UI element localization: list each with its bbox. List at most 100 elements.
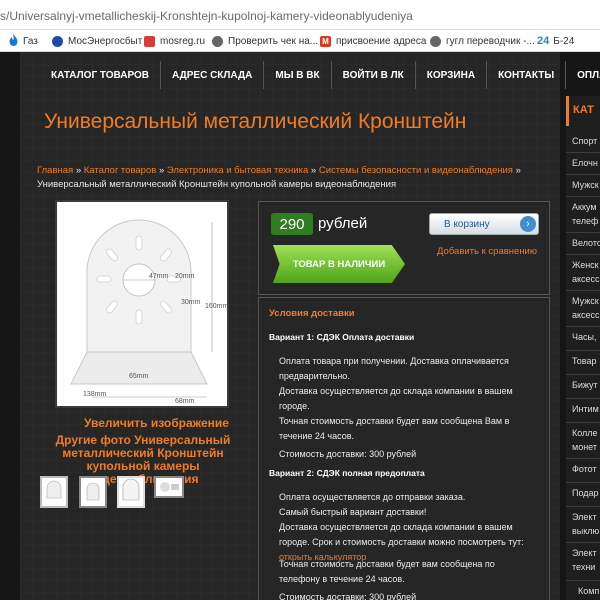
divider — [566, 174, 600, 175]
price-box: 290 рублей ТОВАР В НАЛИЧИИ В корзину › Д… — [258, 201, 550, 295]
variant2-line: Самый быстрый вариант доставки! — [279, 507, 427, 517]
delivery-title: Условия доставки — [269, 308, 355, 319]
in-stock-button[interactable]: ТОВАР В НАЛИЧИИ — [273, 245, 405, 283]
bookmark-label: гугл переводчик -... — [446, 35, 535, 47]
bookmark-label: Б-24 — [553, 35, 575, 47]
sidebar-item[interactable]: Елочн — [572, 156, 600, 170]
sidebar-item[interactable]: техни — [572, 560, 600, 574]
sidebar-item[interactable]: монет — [572, 440, 600, 454]
add-to-cart-button[interactable]: В корзину › — [429, 213, 539, 235]
sidebar-item[interactable]: Колле — [572, 426, 600, 440]
sidebar-item[interactable]: Женск — [572, 258, 600, 272]
thumbnail[interactable] — [117, 476, 145, 508]
dim-label: 30mm — [181, 299, 201, 306]
sidebar-item[interactable]: Мужск — [572, 178, 600, 192]
dim-label: 65mm — [129, 373, 149, 380]
sidebar-item[interactable]: телеф — [572, 214, 600, 228]
breadcrumb-electronics[interactable]: Электроника и бытовая техника — [167, 165, 308, 176]
breadcrumb-catalog[interactable]: Каталог товаров — [84, 165, 157, 176]
divider — [566, 542, 600, 543]
thumbnail[interactable] — [154, 476, 184, 498]
price-value: 290 — [271, 213, 313, 235]
enlarge-image-link[interactable]: Увеличить изображение — [84, 416, 229, 430]
sidebar-heading: КАТ — [566, 96, 600, 126]
globe-icon — [212, 35, 223, 47]
bookmark-label: Проверить чек на... — [228, 35, 319, 47]
sidebar-item[interactable]: аксесс — [572, 272, 600, 286]
nav-contacts[interactable]: КОНТАКТЫ — [487, 61, 567, 89]
nav-catalog[interactable]: КАТАЛОГ ТОВАРОВ — [40, 61, 162, 89]
variant2-text: Доставка осуществляется до склада компан… — [279, 522, 524, 547]
divider — [566, 458, 600, 459]
variant2-line: Стоимость доставки: 300 рублей — [279, 592, 417, 600]
product-photo[interactable]: 47mm 20mm 30mm 160mm 65mm 138mm 68mm — [55, 200, 229, 408]
page-content: КАТАЛОГ ТОВАРОВ АДРЕС СКЛАДА МЫ В ВК ВОЙ… — [0, 52, 600, 600]
sidebar-item[interactable]: Фотот — [572, 462, 600, 476]
nav-cart[interactable]: КОРЗИНА — [416, 61, 488, 89]
variant1-line: Оплата товара при получении. Доставка оп… — [279, 356, 509, 381]
bookmark-label: присвоение адреса — [336, 35, 427, 47]
sidebar-item[interactable]: Комп — [578, 584, 600, 598]
bookmark-address[interactable]: M присвоение адреса — [320, 34, 426, 48]
sidebar-item[interactable]: Элект — [572, 510, 600, 524]
bookmark-gaz[interactable]: Газ — [8, 33, 38, 48]
divider — [566, 482, 600, 483]
breadcrumb-separator: » — [75, 165, 82, 176]
breadcrumb-security[interactable]: Системы безопасности и видеонаблюдения — [319, 165, 513, 176]
page-title: Универсальный металлический Кронштейн — [44, 110, 467, 133]
variant2-title: Вариант 2: СДЭК полная предоплата — [269, 468, 425, 478]
bookmark-mosreg[interactable]: mosreg.ru — [144, 34, 205, 48]
gift-icon — [144, 35, 155, 47]
sidebar-item[interactable]: Спорт — [572, 134, 600, 148]
sidebar-item[interactable]: Часы, — [572, 330, 600, 344]
sidebar-item[interactable]: выклю — [572, 524, 600, 538]
divider — [566, 326, 600, 327]
breadcrumb-separator: » — [158, 165, 165, 176]
main-nav: КАТАЛОГ ТОВАРОВ АДРЕС СКЛАДА МЫ В ВК ВОЙ… — [40, 61, 600, 89]
divider — [566, 422, 600, 423]
divider — [566, 232, 600, 233]
sidebar-item[interactable]: Аккум — [572, 200, 600, 214]
variant1-line: Точная стоимость доставки будет вам сооб… — [279, 416, 510, 441]
breadcrumb-separator: » — [310, 165, 317, 176]
globe-icon — [430, 35, 441, 47]
thumbnail[interactable] — [79, 476, 107, 508]
thumbnail[interactable] — [40, 476, 68, 508]
nav-vk[interactable]: МЫ В ВК — [264, 61, 332, 89]
bookmark-mosenergosbyt[interactable]: МосЭнергосбыт — [52, 34, 142, 48]
sidebar-item[interactable]: Бижут — [572, 378, 600, 392]
address-bar[interactable]: s/Universalnyj-vmetallicheskij-Kronshtej… — [0, 0, 600, 30]
breadcrumb-separator: » — [515, 165, 521, 176]
bookmark-translate[interactable]: гугл переводчик -... — [430, 34, 535, 48]
add-to-cart-label: В корзину — [444, 218, 490, 230]
nav-login[interactable]: ВОЙТИ В ЛК — [332, 61, 416, 89]
sidebar-item[interactable]: Интим — [572, 402, 600, 416]
bookmark-b24[interactable]: 24 Б-24 — [537, 34, 574, 48]
divider — [566, 398, 600, 399]
chevron-right-icon: › — [520, 216, 536, 232]
nav-payment[interactable]: ОПЛАТА — [566, 61, 600, 89]
divider — [566, 350, 600, 351]
add-to-compare-link[interactable]: Добавить к сравнению — [437, 246, 537, 257]
sidebar-item[interactable]: Элект — [572, 546, 600, 560]
sidebar-item[interactable]: Товар — [572, 354, 600, 368]
bookmark-check[interactable]: Проверить чек на... — [212, 34, 318, 48]
url-text[interactable]: s/Universalnyj-vmetallicheskij-Kronshtej… — [0, 9, 413, 23]
catalog-sidebar: КАТ Спорт Елочн Мужск Аккум телеф Велото… — [566, 96, 600, 600]
divider — [566, 580, 600, 581]
breadcrumb-current: Универсальный металлический Кронштейн ку… — [37, 179, 397, 190]
b24-icon: 24 — [537, 35, 550, 47]
dim-label: 47mm — [149, 273, 169, 280]
sidebar-item[interactable]: аксесс — [572, 308, 600, 322]
dim-label: 138mm — [83, 391, 107, 398]
bookmark-label: МосЭнергосбыт — [68, 35, 143, 47]
sidebar-item[interactable]: Подар — [572, 486, 600, 500]
sidebar-item[interactable]: Велото — [572, 236, 600, 250]
variant2-line: Точная стоимость доставки будет вам сооб… — [279, 559, 495, 584]
breadcrumb-home[interactable]: Главная — [37, 165, 73, 176]
bookmarks-bar: Газ МосЭнергосбыт mosreg.ru Проверить че… — [0, 30, 600, 52]
divider — [566, 196, 600, 197]
bookmark-label: Газ — [23, 35, 38, 47]
sidebar-item[interactable]: Мужск — [572, 294, 600, 308]
nav-warehouse-address[interactable]: АДРЕС СКЛАДА — [161, 61, 265, 89]
